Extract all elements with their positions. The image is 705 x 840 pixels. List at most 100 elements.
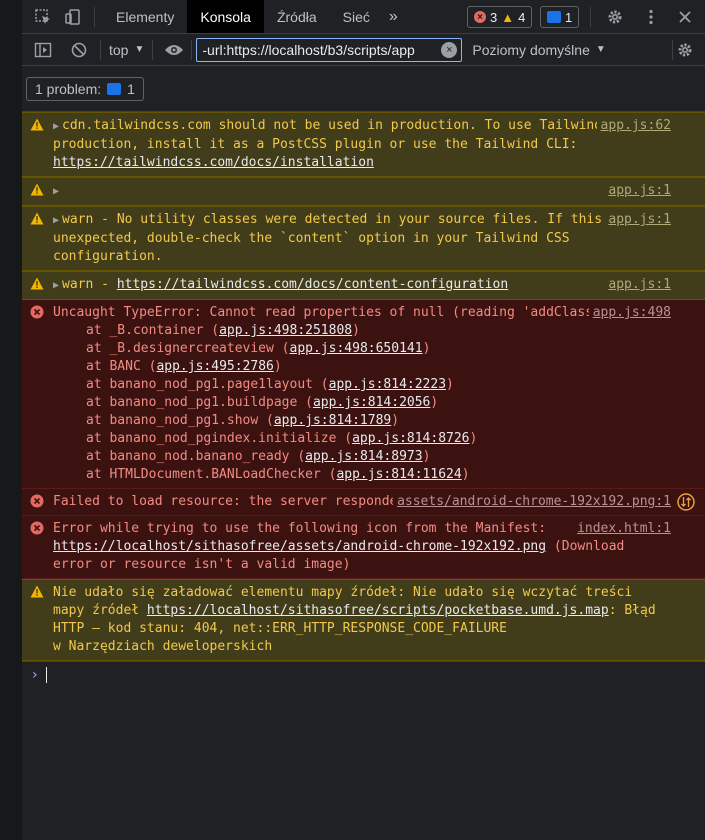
expand-triangle-icon[interactable]: ▶ bbox=[53, 215, 59, 226]
clear-console-icon[interactable] bbox=[66, 37, 92, 63]
filter-value: -url:https://localhost/b3/scripts/app bbox=[202, 41, 415, 58]
issue-counts[interactable]: × 3 ▲ 4 bbox=[467, 6, 533, 28]
stack-frame-paren: ) bbox=[430, 395, 439, 410]
stack-frame: at _B.designercreateview (app.js:498:650… bbox=[53, 340, 671, 358]
stack-frame: at BANC (app.js:495:2786) bbox=[53, 358, 671, 376]
console-message-error: assets/android-chrome-192x192.png:1 Faile… bbox=[22, 489, 705, 516]
console-message-warn: app.js:1 ▶ warn - No utility classes were … bbox=[22, 206, 705, 271]
warning-icon bbox=[30, 277, 44, 291]
stack-frame-paren: ) bbox=[352, 323, 360, 338]
stack-frame-location[interactable]: app.js:814:1789 bbox=[274, 413, 391, 428]
warning-icon bbox=[30, 585, 44, 599]
stack-frame: at HTMLDocument.BANLoadChecker (app.js:8… bbox=[53, 466, 671, 484]
more-tabs-icon[interactable]: » bbox=[383, 0, 404, 33]
tab-sources[interactable]: Źródła bbox=[264, 0, 330, 33]
tab-console[interactable]: Konsola bbox=[187, 0, 264, 33]
warning-icon bbox=[30, 118, 44, 132]
log-levels-label: Poziomy domyślne bbox=[472, 41, 590, 58]
message-link[interactable]: https://localhost/sithasofree/assets/and… bbox=[53, 539, 546, 554]
source-link[interactable]: assets/android-chrome-192x192.png:1 bbox=[393, 493, 671, 511]
console-settings-gear-icon[interactable] bbox=[672, 37, 698, 63]
stack-frame-paren: ) bbox=[461, 467, 470, 482]
stack-frame-function: at HTMLDocument.BANLoadChecker ( bbox=[86, 467, 337, 482]
console-message-warn: app.js:1 ▶ bbox=[22, 177, 705, 206]
error-icon bbox=[30, 305, 44, 319]
stack-frame-location[interactable]: app.js:498:650141 bbox=[290, 341, 423, 356]
error-icon bbox=[30, 521, 44, 535]
console-message-error: app.js:498 Uncaught TypeError: Cannot rea… bbox=[22, 300, 705, 489]
tab-separator bbox=[94, 6, 95, 27]
stack-frame-paren: ) bbox=[273, 359, 282, 374]
devtools-tabbar: Elementy Konsola Źródła Sieć » × 3 ▲ 4 1 bbox=[22, 0, 705, 34]
dropdown-arrow-icon: ▼ bbox=[595, 44, 606, 55]
tab-elements[interactable]: Elementy bbox=[103, 0, 187, 33]
context-selector[interactable]: top ▼ bbox=[109, 42, 144, 58]
stack-frame: at banano_nod.banano_ready (app.js:814:8… bbox=[53, 448, 671, 466]
expand-triangle-icon[interactable]: ▶ bbox=[53, 186, 59, 197]
tab-network[interactable]: Sieć bbox=[330, 0, 383, 33]
stack-frame: at banano_nod_pg1.page1layout (app.js:81… bbox=[53, 376, 671, 394]
stack-frame-function: at banano_nod.banano_ready ( bbox=[86, 449, 306, 464]
stack-frame-location[interactable]: app.js:498:251808 bbox=[219, 323, 352, 338]
more-options-icon[interactable] bbox=[638, 4, 664, 30]
stack-frame: at banano_nod_pgindex.initialize (app.js… bbox=[53, 430, 671, 448]
message-icon bbox=[107, 82, 122, 95]
stack-frame-location[interactable]: app.js:814:2223 bbox=[329, 377, 446, 392]
message-text: warn - bbox=[62, 277, 117, 292]
stack-frame-location[interactable]: app.js:495:2786 bbox=[156, 359, 273, 374]
source-link[interactable]: index.html:1 bbox=[573, 520, 671, 538]
message-count-pill[interactable]: 1 bbox=[540, 6, 580, 28]
issues-label: 1 problem: bbox=[35, 80, 102, 97]
sidebar-toggle-icon[interactable] bbox=[30, 37, 56, 63]
issues-bar: 1 problem: 1 bbox=[22, 66, 705, 112]
message-link[interactable]: https://tailwindcss.com/docs/installatio… bbox=[53, 155, 374, 170]
clear-filter-icon[interactable]: × bbox=[441, 41, 458, 58]
source-link[interactable]: app.js:62 bbox=[596, 117, 671, 135]
console-message-warn: app.js:62 ▶ cdn.tailwindcss.com should not… bbox=[22, 112, 705, 177]
log-levels-dropdown[interactable]: Poziomy domyślne ▼ bbox=[472, 42, 605, 58]
close-devtools-icon[interactable] bbox=[672, 4, 698, 30]
network-request-icon[interactable] bbox=[677, 493, 695, 517]
expand-triangle-icon[interactable]: ▶ bbox=[53, 280, 59, 291]
error-count: 3 bbox=[490, 9, 498, 25]
stack-frame-function: at BANC ( bbox=[86, 359, 157, 374]
source-link[interactable]: app.js:1 bbox=[604, 182, 671, 200]
console-message-warn: app.js:1 ▶ warn - https://tailwindcss.com/… bbox=[22, 271, 705, 300]
message-text: warn - No utility classes were detected … bbox=[53, 212, 626, 264]
left-gutter bbox=[0, 0, 22, 840]
stack-frame-location[interactable]: app.js:814:8973 bbox=[305, 449, 422, 464]
expand-triangle-icon[interactable]: ▶ bbox=[53, 121, 59, 132]
stack-frame-function: at _B.designercreateview ( bbox=[86, 341, 290, 356]
stack-frame-location[interactable]: app.js:814:8726 bbox=[352, 431, 469, 446]
source-link[interactable]: app.js:1 bbox=[604, 276, 671, 294]
stack-frame-function: at banano_nod_pg1.buildpage ( bbox=[86, 395, 313, 410]
settings-gear-icon[interactable] bbox=[602, 4, 628, 30]
message-link[interactable]: https://localhost/sithasofree/scripts/po… bbox=[147, 603, 609, 618]
stack-frame: at banano_nod_pg1.show (app.js:814:1789) bbox=[53, 412, 671, 430]
issues-button[interactable]: 1 problem: 1 bbox=[26, 76, 144, 101]
dropdown-arrow-icon: ▼ bbox=[134, 44, 145, 55]
warning-count: 4 bbox=[518, 9, 526, 25]
message-link[interactable]: https://tailwindcss.com/docs/content-con… bbox=[117, 277, 508, 292]
error-icon bbox=[30, 494, 44, 508]
device-toolbar-icon[interactable] bbox=[60, 4, 86, 30]
live-expression-eye-icon[interactable] bbox=[161, 37, 187, 63]
message-text: Uncaught TypeError: Cannot read properti… bbox=[53, 305, 609, 320]
warning-icon bbox=[30, 183, 44, 197]
console-prompt[interactable]: › bbox=[22, 661, 705, 688]
message-icon bbox=[547, 11, 561, 23]
stack-frame-function: at _B.container ( bbox=[86, 323, 220, 338]
inspect-element-icon[interactable] bbox=[30, 4, 56, 30]
console-message-warn: Nie udało się załadować elementu mapy źr… bbox=[22, 579, 705, 661]
context-label: top bbox=[109, 41, 129, 58]
source-link[interactable]: app.js:498 bbox=[588, 304, 671, 322]
issues-count: 1 bbox=[127, 80, 135, 97]
stack-frame-paren: ) bbox=[469, 431, 478, 446]
message-text: cdn.tailwindcss.com should not be used i… bbox=[53, 118, 657, 152]
prompt-chevron-icon: › bbox=[32, 667, 38, 683]
filter-input[interactable]: -url:https://localhost/b3/scripts/app × bbox=[196, 37, 463, 62]
source-link[interactable]: app.js:1 bbox=[604, 211, 671, 229]
stack-frame-location[interactable]: app.js:814:2056 bbox=[313, 395, 430, 410]
stack-frame-location[interactable]: app.js:814:11624 bbox=[336, 467, 461, 482]
console-message-error: index.html:1 Error while trying to use th… bbox=[22, 516, 705, 579]
